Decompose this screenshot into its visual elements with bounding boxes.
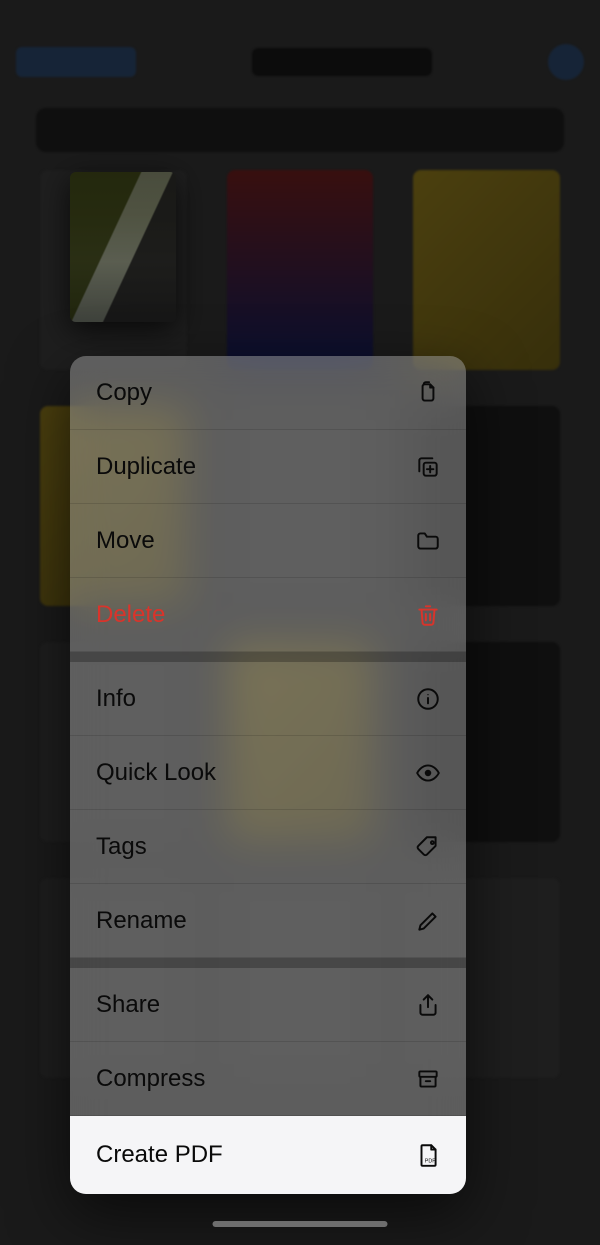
copy-doc-icon: [414, 379, 442, 407]
menu-item-label: Info: [96, 685, 136, 713]
context-menu: Copy Duplicate Move Delete Info Quick Lo…: [70, 356, 466, 1194]
menu-item-rename[interactable]: Rename: [70, 884, 466, 958]
menu-item-label: Share: [96, 991, 160, 1019]
menu-item-compress[interactable]: Compress: [70, 1042, 466, 1116]
home-indicator[interactable]: [213, 1221, 388, 1227]
menu-item-duplicate[interactable]: Duplicate: [70, 430, 466, 504]
menu-item-label: Tags: [96, 833, 147, 861]
menu-item-label: Create PDF: [96, 1141, 223, 1169]
menu-item-tags[interactable]: Tags: [70, 810, 466, 884]
menu-item-label: Quick Look: [96, 759, 216, 787]
tag-icon: [414, 833, 442, 861]
menu-item-label: Move: [96, 527, 155, 555]
archive-icon: [414, 1065, 442, 1093]
eye-icon: [414, 759, 442, 787]
menu-item-info[interactable]: Info: [70, 662, 466, 736]
menu-item-move[interactable]: Move: [70, 504, 466, 578]
info-icon: [414, 685, 442, 713]
menu-item-label: Delete: [96, 601, 165, 629]
menu-item-label: Compress: [96, 1065, 205, 1093]
menu-group-separator: [70, 958, 466, 968]
selected-file-preview: [70, 172, 176, 322]
menu-item-label: Duplicate: [96, 453, 196, 481]
duplicate-icon: [414, 453, 442, 481]
trash-icon: [414, 601, 442, 629]
menu-item-copy[interactable]: Copy: [70, 356, 466, 430]
pdf-icon: PDF: [414, 1141, 442, 1169]
folder-icon: [414, 527, 442, 555]
share-icon: [414, 991, 442, 1019]
pencil-icon: [414, 907, 442, 935]
menu-item-label: Copy: [96, 379, 152, 407]
menu-item-label: Rename: [96, 907, 187, 935]
menu-item-share[interactable]: Share: [70, 968, 466, 1042]
menu-item-quick-look[interactable]: Quick Look: [70, 736, 466, 810]
menu-item-delete[interactable]: Delete: [70, 578, 466, 652]
svg-text:PDF: PDF: [425, 1159, 437, 1165]
menu-item-create-pdf[interactable]: Create PDF PDF: [70, 1116, 466, 1194]
menu-group-separator: [70, 652, 466, 662]
